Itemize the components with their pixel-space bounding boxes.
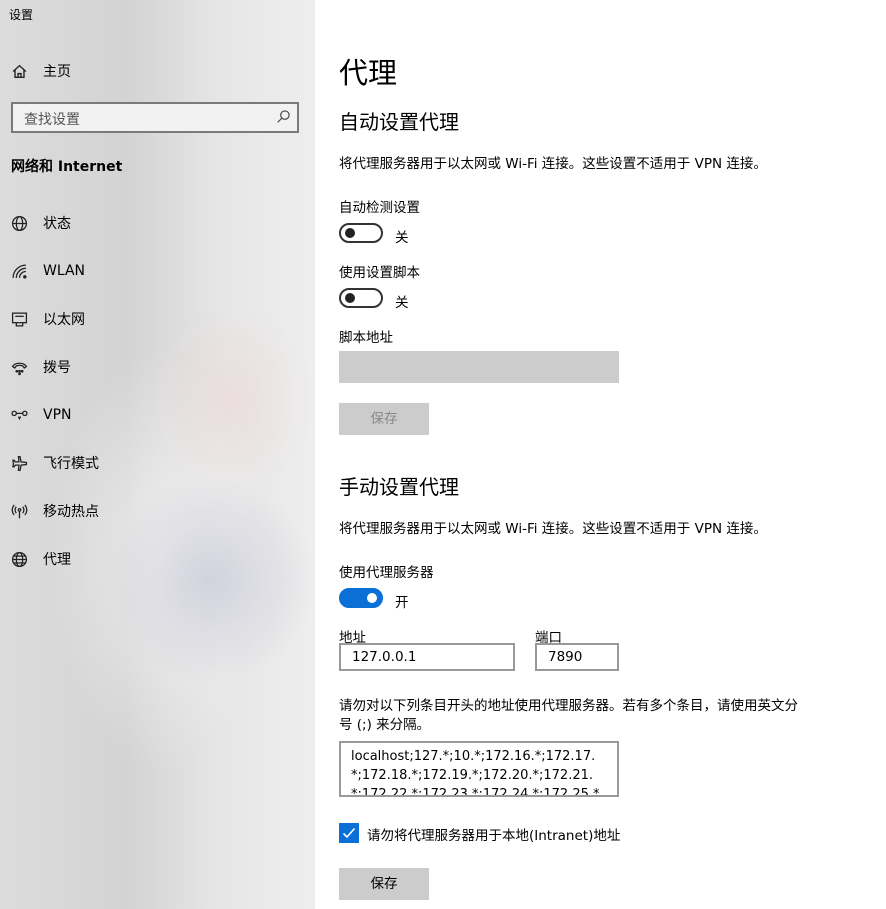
main-panel: 代理 自动设置代理 将代理服务器用于以太网或 Wi-Fi 连接。这些设置不适用于… xyxy=(315,0,886,909)
sidebar-item-label: 飞行模式 xyxy=(43,456,99,472)
sidebar-item-airplane[interactable]: 飞行模式 xyxy=(0,443,315,483)
auto-detect-state: 关 xyxy=(395,230,409,246)
sidebar-item-label: VPN xyxy=(43,407,72,423)
local-bypass-label: 请勿将代理服务器用于本地(Intranet)地址 xyxy=(367,828,621,844)
exceptions-textarea[interactable]: localhost;127.*;10.*;172.16.*;172.17.*;1… xyxy=(339,741,619,797)
airplane-icon xyxy=(10,454,28,472)
sidebar-home-label: 主页 xyxy=(43,64,71,80)
hotspot-icon xyxy=(10,502,28,520)
globe-icon xyxy=(10,550,28,568)
toggle-knob xyxy=(345,293,355,303)
sidebar-item-label: 代理 xyxy=(43,552,71,568)
exceptions-description: 请勿对以下列条目开头的地址使用代理服务器。若有多个条目，请使用英文分号 (;) … xyxy=(339,698,798,733)
sidebar-item-label: 状态 xyxy=(43,216,71,232)
toggle-knob xyxy=(367,593,377,603)
auto-proxy-description: 将代理服务器用于以太网或 Wi-Fi 连接。这些设置不适用于 VPN 连接。 xyxy=(339,156,767,172)
exceptions-text: localhost;127.*;10.*;172.16.*;172.17.*;1… xyxy=(351,749,600,797)
dialup-icon xyxy=(10,358,28,376)
address-input[interactable]: 127.0.0.1 xyxy=(339,643,515,671)
search-placeholder: 查找设置 xyxy=(24,112,80,128)
home-icon xyxy=(10,62,28,80)
auto-proxy-heading: 自动设置代理 xyxy=(339,110,459,134)
script-address-input[interactable] xyxy=(339,351,619,383)
toggle-knob xyxy=(345,228,355,238)
use-proxy-state: 开 xyxy=(395,595,409,611)
manual-proxy-heading: 手动设置代理 xyxy=(339,475,459,499)
search-input[interactable]: 查找设置 xyxy=(11,102,299,133)
setup-script-label: 使用设置脚本 xyxy=(339,265,420,281)
sidebar-item-dialup[interactable]: 拨号 xyxy=(0,347,315,387)
sidebar-item-wlan[interactable]: WLAN xyxy=(0,251,315,291)
globe-status-icon xyxy=(10,214,28,232)
use-proxy-toggle[interactable] xyxy=(339,588,383,608)
setup-script-toggle[interactable] xyxy=(339,288,383,308)
auto-detect-label: 自动检测设置 xyxy=(339,200,420,216)
checkmark-icon xyxy=(342,827,356,839)
sidebar-item-hotspot[interactable]: 移动热点 xyxy=(0,491,315,531)
auto-detect-toggle[interactable] xyxy=(339,223,383,243)
sidebar-item-vpn[interactable]: VPN xyxy=(0,395,315,435)
sidebar-item-ethernet[interactable]: 以太网 xyxy=(0,299,315,339)
sidebar-home[interactable]: 主页 xyxy=(0,51,315,91)
search-icon[interactable] xyxy=(276,109,291,124)
sidebar-item-label: 拨号 xyxy=(43,360,71,376)
sidebar-item-label: 以太网 xyxy=(43,312,85,328)
local-bypass-checkbox[interactable] xyxy=(339,823,359,843)
port-input[interactable]: 7890 xyxy=(535,643,619,671)
sidebar-item-status[interactable]: 状态 xyxy=(0,203,315,243)
sidebar-item-label: WLAN xyxy=(43,263,86,279)
wifi-icon xyxy=(10,262,28,280)
sidebar: 设置 主页 查找设置 网络和 Internet 状态 WLAN 以太网 拨号 V… xyxy=(0,0,315,909)
sidebar-item-label: 移动热点 xyxy=(43,504,99,520)
sidebar-section-title: 网络和 Internet xyxy=(11,159,123,175)
auto-save-button[interactable]: 保存 xyxy=(339,403,429,435)
sidebar-item-proxy[interactable]: 代理 xyxy=(0,539,315,579)
window-title: 设置 xyxy=(9,8,34,22)
manual-proxy-description: 将代理服务器用于以太网或 Wi-Fi 连接。这些设置不适用于 VPN 连接。 xyxy=(339,521,767,537)
ethernet-icon xyxy=(10,310,28,328)
page-title: 代理 xyxy=(339,56,398,90)
script-address-label: 脚本地址 xyxy=(339,330,393,346)
setup-script-state: 关 xyxy=(395,295,409,311)
manual-save-button[interactable]: 保存 xyxy=(339,868,429,900)
vpn-icon xyxy=(10,406,28,424)
use-proxy-label: 使用代理服务器 xyxy=(339,565,434,581)
